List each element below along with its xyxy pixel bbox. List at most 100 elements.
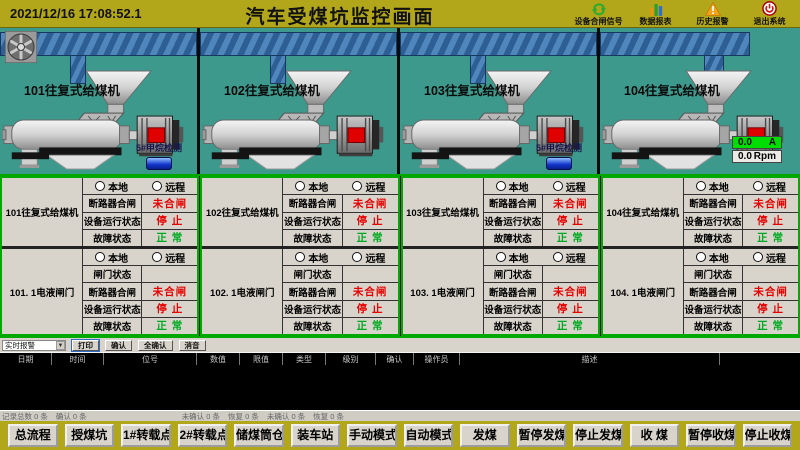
radio-icon[interactable]	[95, 181, 105, 191]
radio-icon[interactable]	[696, 181, 706, 191]
radio-icon[interactable]	[295, 252, 305, 262]
fault-status-row: 故障状态 正 常	[283, 229, 397, 246]
valve-status-label: 102. 1电液闸门	[202, 249, 282, 334]
feeder-status-label: 104往复式给煤机	[603, 178, 683, 246]
local-mode-radio[interactable]: 本地	[295, 250, 328, 265]
status-column: 102往复式给煤机 本地 远程 断路器合闸 未合闸	[200, 176, 399, 336]
breaker-status-row: 断路器合闸 未合闸	[484, 282, 598, 299]
radio-icon[interactable]	[753, 181, 763, 191]
field-label: 设备运行状态	[283, 301, 342, 317]
equipment-label: 104往复式给煤机	[624, 80, 720, 99]
local-mode-radio[interactable]: 本地	[496, 179, 529, 194]
header-button-label: 退出系统	[754, 16, 786, 27]
device-close-signal-button[interactable]: 设备合闸信号	[570, 0, 627, 28]
feeder-status-table: 本地 远程 断路器合闸 未合闸 设备运行状态 停 止 故障状态	[483, 178, 598, 246]
remote-label: 远程	[365, 250, 385, 265]
nav-button[interactable]: 发煤	[460, 424, 510, 447]
mute-button[interactable]: 消音	[179, 340, 206, 351]
remote-label: 远程	[566, 250, 586, 265]
feeder-status-block: 103往复式给煤机 本地 远程 断路器合闸 未合闸	[403, 178, 598, 249]
field-label: 故障状态	[283, 230, 342, 246]
remote-mode-radio[interactable]: 远程	[553, 250, 586, 265]
radio-icon[interactable]	[295, 181, 305, 191]
alarm-summary-table: 日期时间位号数值限值类型级别确认操作员描述	[0, 352, 800, 410]
remote-mode-radio[interactable]: 远程	[553, 179, 586, 194]
ack-all-button[interactable]: 全确认	[138, 340, 173, 351]
nav-button[interactable]: 暂停发煤	[517, 424, 567, 447]
radio-icon[interactable]	[496, 181, 506, 191]
local-label: 本地	[509, 179, 529, 194]
status-value: 正 常	[343, 318, 398, 334]
nav-button[interactable]: 停止发煤	[573, 424, 623, 447]
data-report-button[interactable]: 数据报表	[627, 0, 684, 28]
field-label: 断路器合闸	[484, 283, 543, 299]
radio-icon[interactable]	[352, 181, 362, 191]
print-button[interactable]: 打印	[72, 340, 99, 351]
field-label: 故障状态	[684, 318, 743, 334]
nav-button[interactable]: 2#转载点	[178, 424, 228, 447]
nav-button[interactable]: 暂停收煤	[686, 424, 736, 447]
field-label: 故障状态	[684, 230, 743, 246]
remote-mode-radio[interactable]: 远程	[152, 179, 185, 194]
radio-icon[interactable]	[753, 252, 763, 262]
nav-button[interactable]: 自动模式	[404, 424, 454, 447]
nav-button[interactable]: 1#转载点	[121, 424, 171, 447]
field-label: 闸门状态	[684, 266, 743, 282]
status-value: 停 止	[743, 301, 798, 317]
nav-button[interactable]: 停止收煤	[743, 424, 793, 447]
status-value: 正 常	[142, 318, 197, 334]
nav-button[interactable]: 授煤坑	[65, 424, 115, 447]
radio-icon[interactable]	[696, 252, 706, 262]
ack-button[interactable]: 确认	[105, 340, 132, 351]
status-value: 停 止	[343, 301, 398, 317]
nav-button[interactable]: 收 煤	[630, 424, 680, 447]
local-mode-radio[interactable]: 本地	[95, 250, 128, 265]
radio-icon[interactable]	[152, 252, 162, 262]
status-value: 停 止	[543, 301, 598, 317]
radio-icon[interactable]	[553, 252, 563, 262]
remote-label: 远程	[766, 250, 786, 265]
remote-mode-radio[interactable]: 远程	[352, 250, 385, 265]
methane-detector: 5#甲烷检测	[127, 141, 191, 170]
remote-mode-radio[interactable]: 远程	[352, 179, 385, 194]
mode-select-row: 本地 远程	[684, 178, 798, 194]
run-status-row: 设备运行状态 停 止	[684, 300, 798, 317]
mode-select-row: 本地 远程	[283, 249, 397, 265]
local-mode-radio[interactable]: 本地	[295, 179, 328, 194]
valve-status-table: 本地 远程 闸门状态 断路器合闸 未合闸 设备运行状态	[282, 249, 397, 334]
nav-button[interactable]: 手动模式	[347, 424, 397, 447]
local-label: 本地	[308, 250, 328, 265]
run-status-row: 设备运行状态 停 止	[484, 300, 598, 317]
radio-icon[interactable]	[95, 252, 105, 262]
remote-mode-radio[interactable]: 远程	[753, 250, 786, 265]
radio-icon[interactable]	[352, 252, 362, 262]
gate-status-row: 闸门状态	[283, 265, 397, 282]
alarm-filter-select[interactable]: 实时报警 ▼	[2, 340, 66, 351]
local-label: 本地	[108, 179, 128, 194]
exit-system-button[interactable]: 退出系统	[741, 0, 798, 28]
radio-icon[interactable]	[553, 181, 563, 191]
radio-icon[interactable]	[496, 252, 506, 262]
equipment-panel: 103往复式给煤机	[400, 28, 600, 174]
remote-mode-radio[interactable]: 远程	[152, 250, 185, 265]
status-value	[142, 266, 197, 282]
sync-arrows-icon	[591, 1, 607, 16]
equipment-row: 101往复式给煤机	[0, 28, 800, 174]
bar-chart-icon	[648, 1, 664, 16]
local-mode-radio[interactable]: 本地	[696, 179, 729, 194]
remote-mode-radio[interactable]: 远程	[753, 179, 786, 194]
nav-button[interactable]: 总流程	[8, 424, 58, 447]
speed-unit: Rpm	[754, 151, 776, 162]
local-mode-radio[interactable]: 本地	[696, 250, 729, 265]
equipment-panel: 104往复式给煤机	[600, 28, 800, 174]
nav-bar: 总流程授煤坑 1#转载点 2#转载点储煤筒仓装车站手动模式自动模式发煤暂停发煤停止发…	[0, 421, 800, 450]
nav-button[interactable]: 储煤筒仓	[234, 424, 284, 447]
local-mode-radio[interactable]: 本地	[496, 250, 529, 265]
status-value: 停 止	[142, 213, 197, 229]
history-alarm-button[interactable]: 历史报警	[684, 0, 741, 28]
nav-button[interactable]: 装车站	[291, 424, 341, 447]
radio-icon[interactable]	[152, 181, 162, 191]
alarm-count: 未确认 0 条	[267, 411, 305, 422]
status-column: 101往复式给煤机 本地 远程 断路器合闸 未合闸	[0, 176, 199, 336]
local-mode-radio[interactable]: 本地	[95, 179, 128, 194]
